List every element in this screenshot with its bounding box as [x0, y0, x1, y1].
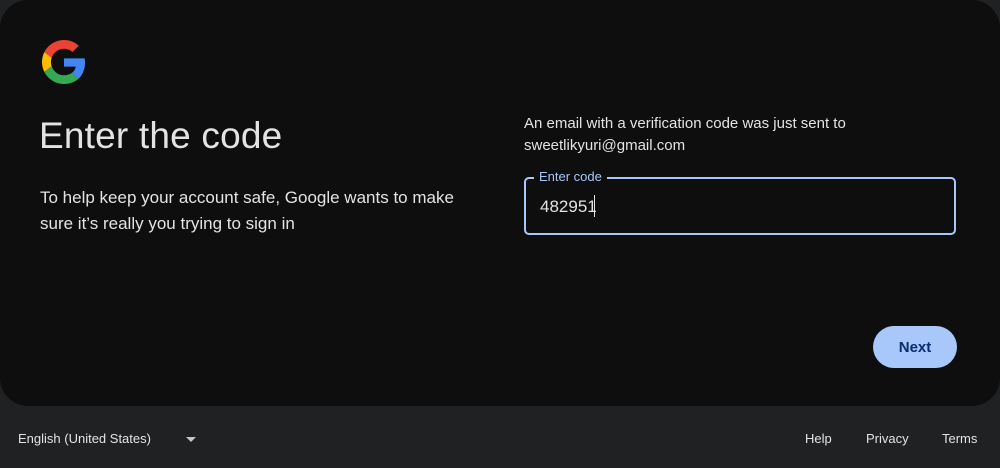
page: Enter the code To help keep your account… — [0, 0, 1000, 468]
recipient-email: sweetlikyuri@gmail.com — [524, 137, 686, 154]
code-field: Enter code — [524, 169, 956, 235]
signin-card: Enter the code To help keep your account… — [0, 0, 1000, 406]
next-button[interactable]: Next — [873, 326, 957, 368]
privacy-link[interactable]: Privacy — [866, 431, 909, 446]
help-link[interactable]: Help — [805, 431, 832, 446]
code-field-label: Enter code — [534, 169, 607, 185]
language-selector[interactable]: English (United States) — [18, 431, 151, 446]
dropdown-arrow-icon[interactable] — [186, 437, 196, 442]
verification-info: An email with a verification code was ju… — [524, 113, 964, 157]
text-cursor — [594, 195, 595, 217]
page-title: Enter the code — [39, 115, 283, 156]
footer: English (United States) Help Privacy Ter… — [0, 406, 1000, 468]
google-g-logo-icon — [42, 40, 86, 84]
code-input[interactable] — [540, 196, 940, 218]
terms-link[interactable]: Terms — [942, 431, 977, 446]
verification-info-text: An email with a verification code was ju… — [524, 115, 846, 132]
page-subtitle: To help keep your account safe, Google w… — [40, 188, 454, 233]
